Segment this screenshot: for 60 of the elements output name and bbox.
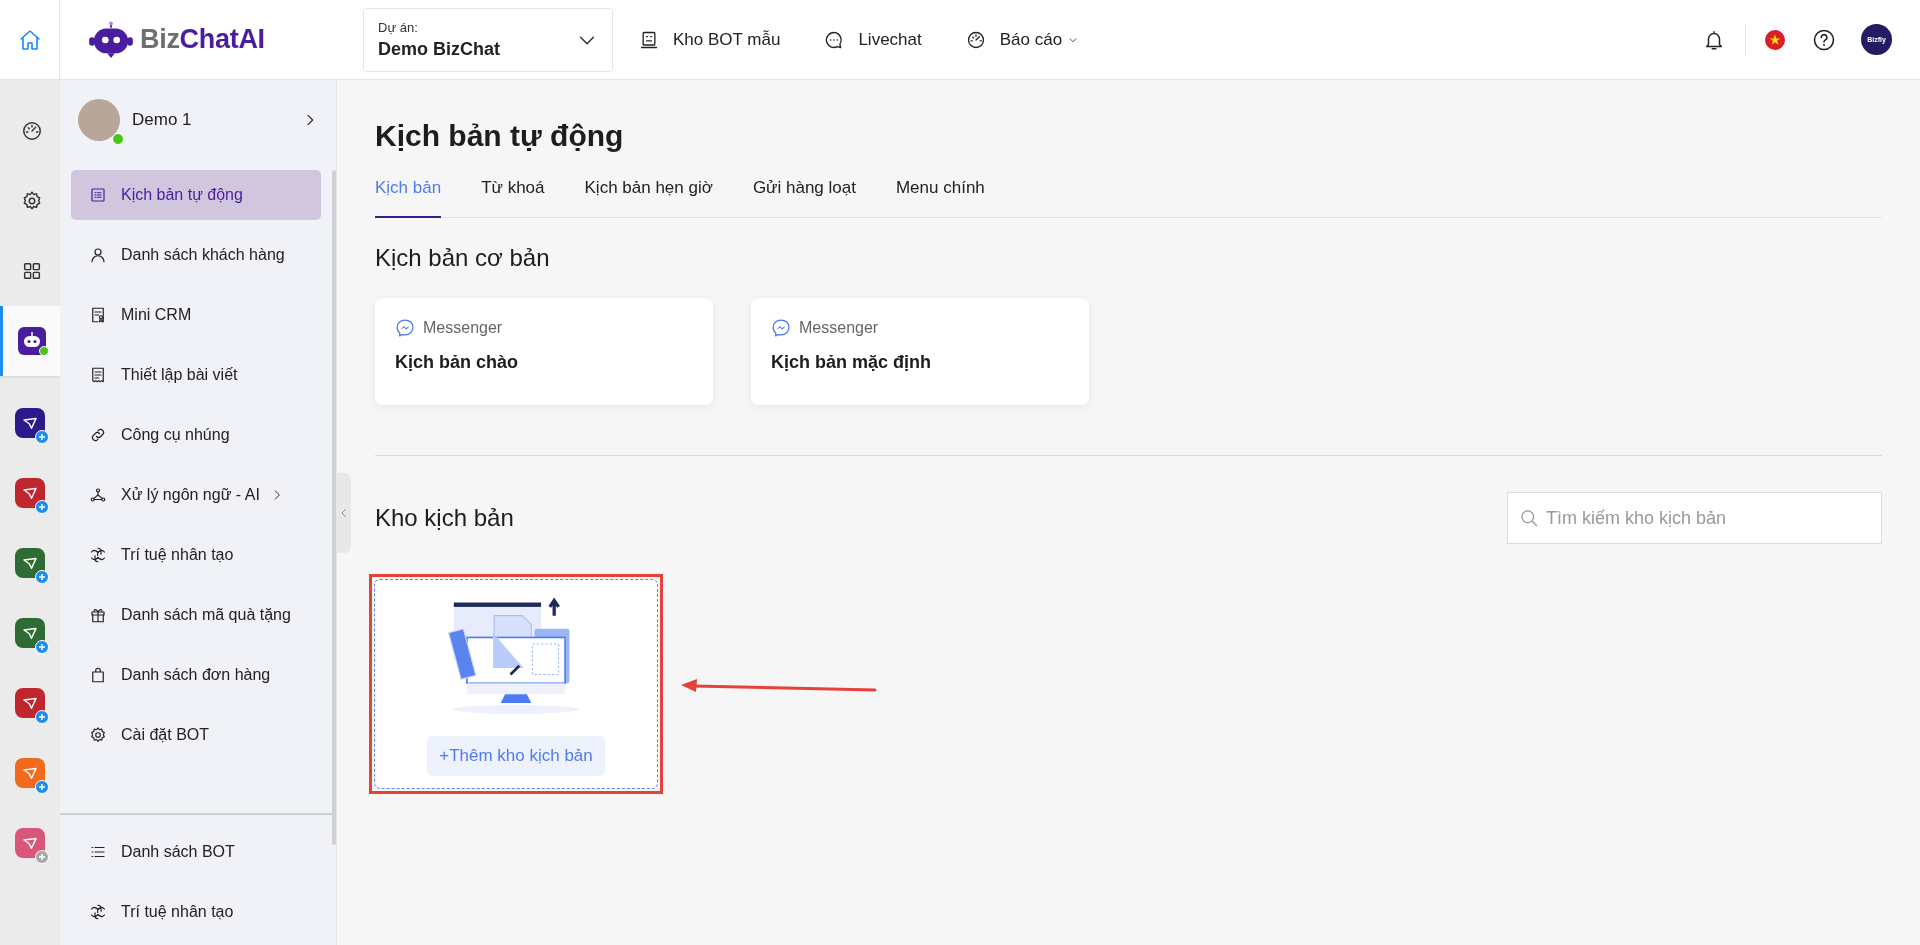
- sidebar-item[interactable]: Trí tuệ nhân tạo: [71, 530, 321, 580]
- sidebar-item[interactable]: Trí tuệ nhân tạo: [71, 887, 321, 937]
- section-title: Kịch bản cơ bản: [375, 244, 551, 272]
- home-icon: [17, 27, 42, 52]
- page-title: Kịch bản tự động: [375, 118, 625, 154]
- script-card[interactable]: Messenger Kịch bản mặc định: [751, 298, 1089, 405]
- network-nodes-icon: [89, 486, 107, 504]
- sidebar-item[interactable]: Danh sách mã quà tặng: [71, 590, 321, 640]
- card-title: Kịch bản chào: [395, 352, 520, 373]
- list-document-icon: [89, 186, 107, 204]
- sidebar-item[interactable]: Công cụ nhúng: [71, 410, 321, 460]
- add-library-card[interactable]: +Thêm kho kịch bản: [374, 579, 658, 789]
- messenger-icon: [395, 318, 415, 338]
- tab[interactable]: Kịch bản: [375, 166, 442, 218]
- user-icon: [89, 246, 107, 264]
- flag-icon: [1765, 29, 1785, 50]
- bot-app-button[interactable]: [0, 306, 60, 376]
- sidebar-item[interactable]: Xử lý ngôn ngữ - AI: [71, 470, 321, 520]
- section-title: Kho kịch bản: [375, 504, 514, 532]
- tab[interactable]: Menu chính: [895, 166, 985, 218]
- script-card[interactable]: Messenger Kịch bản chào: [375, 298, 713, 405]
- bot-profile-selector[interactable]: Demo 1: [78, 98, 318, 141]
- tab[interactable]: Từ khoá: [481, 166, 545, 218]
- messenger-icon: [771, 318, 791, 338]
- chat-bubble-icon: [824, 29, 845, 50]
- project-selector[interactable]: Dự án: Demo BizChat: [363, 7, 613, 72]
- card-title: Kịch bản mặc định: [771, 352, 933, 373]
- brand-logo-text: BizChatAI: [140, 24, 265, 55]
- tab[interactable]: Gửi hàng loạt: [752, 166, 856, 218]
- sidebar-item[interactable]: Cài đặt BOT: [71, 710, 321, 760]
- link-icon: [89, 426, 107, 444]
- shopping-bag-icon: [89, 666, 107, 684]
- collapse-handle[interactable]: [337, 473, 351, 553]
- dashboard-gauge-icon: [20, 120, 43, 142]
- settings-icon: [89, 726, 107, 744]
- sidebar-item[interactable]: Kịch bản tự động: [71, 170, 321, 220]
- avatar-placeholder: [78, 98, 120, 141]
- channel-label: Messenger: [799, 319, 879, 337]
- gift-icon: [89, 606, 107, 624]
- nav-link[interactable]: Báo cáo: [965, 29, 1081, 50]
- robot-app-icon: [17, 327, 46, 355]
- receipt-icon: [89, 306, 107, 324]
- search-field[interactable]: Tìm kiếm kho kịch bản: [1507, 492, 1882, 544]
- document-icon: [89, 366, 107, 384]
- sidebar-item[interactable]: Danh sách đơn hàng: [71, 650, 321, 700]
- bell-icon: [1703, 28, 1725, 51]
- tab[interactable]: Kịch bản hẹn giờ: [584, 166, 713, 218]
- robot-face-icon: [639, 29, 659, 50]
- nav-link[interactable]: Kho BOT mẫu: [639, 29, 781, 50]
- sidebar-item[interactable]: Thiết lập bài viết: [71, 350, 321, 400]
- sidebar-item[interactable]: Mini CRM: [71, 290, 321, 340]
- help-icon: [1812, 27, 1836, 52]
- scrollbar[interactable]: [332, 170, 336, 845]
- add-library-button[interactable]: +Thêm kho kịch bản: [427, 736, 605, 776]
- sidebar-item[interactable]: Danh sách khách hàng: [71, 230, 321, 280]
- robot-logo-icon: [88, 20, 134, 59]
- dashboard-gauge-icon: [965, 29, 986, 50]
- nav-link[interactable]: Livechat: [824, 29, 922, 50]
- channel-label: Messenger: [423, 319, 503, 337]
- sidebar-item[interactable]: Danh sách BOT: [71, 827, 321, 877]
